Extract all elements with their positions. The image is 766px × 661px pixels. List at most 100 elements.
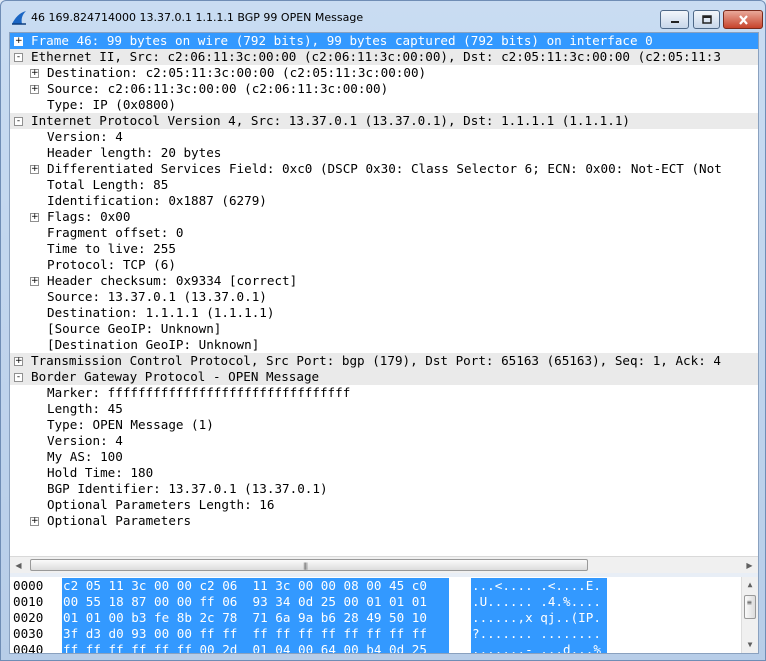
tree-field-row[interactable]: + Optional Parameters: [10, 513, 758, 529]
tree-row-text: [Source GeoIP: Unknown]: [47, 321, 222, 336]
scroll-grip-icon: ≡: [747, 598, 752, 607]
expand-plus-icon[interactable]: +: [14, 37, 23, 46]
scroll-right-arrow-icon[interactable]: ▶: [741, 557, 758, 573]
tree-field-row[interactable]: + Flags: 0x00: [10, 209, 758, 225]
hex-row[interactable]: 0030 3f d3 d0 93 00 00 ff ff ff ff ff ff …: [10, 626, 740, 642]
tree-section-row[interactable]: - Internet Protocol Version 4, Src: 13.37…: [10, 113, 758, 129]
hex-row[interactable]: 0040 ff ff ff ff ff ff 00 2d 01 04 00 64 …: [10, 642, 740, 653]
hex-bytes[interactable]: 01 01 00 b3 fe 8b 2c 78 71 6a 9a b6 28 4…: [62, 610, 449, 626]
collapse-minus-icon[interactable]: -: [14, 373, 23, 382]
tree-row-text: Header checksum: 0x9334 [correct]: [47, 273, 298, 288]
tree-field-row[interactable]: Protocol: TCP (6): [10, 257, 758, 273]
tree-row-text: Type: IP (0x0800): [47, 97, 176, 112]
hex-bytes[interactable]: ff ff ff ff ff ff 00 2d 01 04 00 64 00 b…: [62, 642, 449, 653]
tree-field-row[interactable]: Hold Time: 180: [10, 465, 758, 481]
maximize-icon: [701, 15, 712, 24]
tree-field-row[interactable]: Optional Parameters Length: 16: [10, 497, 758, 513]
tree-section-row[interactable]: - Ethernet II, Src: c2:06:11:3c:00:00 (c2…: [10, 49, 758, 65]
tree-field-row[interactable]: + Header checksum: 0x9334 [correct]: [10, 273, 758, 289]
tree-row-text: [Destination GeoIP: Unknown]: [47, 337, 260, 352]
collapse-minus-icon[interactable]: -: [14, 53, 23, 62]
tree-row-text: Type: OPEN Message (1): [47, 417, 214, 432]
tree-field-row[interactable]: Source: 13.37.0.1 (13.37.0.1): [10, 289, 758, 305]
tree-row-text: Border Gateway Protocol - OPEN Message: [31, 369, 320, 384]
tree-field-row[interactable]: + Differentiated Services Field: 0xc0 (DS…: [10, 161, 758, 177]
tree-field-row[interactable]: + Source: c2:06:11:3c:00:00 (c2:06:11:3c:…: [10, 81, 758, 97]
tree-row-text: Internet Protocol Version 4, Src: 13.37.…: [31, 113, 630, 128]
tree-row-text: Flags: 0x00: [47, 209, 131, 224]
horizontal-scrollbar[interactable]: ◀ ||| ▶: [10, 556, 758, 573]
tree-field-row[interactable]: Header length: 20 bytes: [10, 145, 758, 161]
expand-plus-icon[interactable]: +: [30, 69, 39, 78]
client-area: + Frame 46: 99 bytes on wire (792 bits), …: [9, 32, 759, 654]
tree-field-row[interactable]: Length: 45: [10, 401, 758, 417]
packet-details-tree[interactable]: + Frame 46: 99 bytes on wire (792 bits), …: [10, 33, 758, 554]
tree-row-text: Destination: c2:05:11:3c:00:00 (c2:05:11…: [47, 65, 427, 80]
vertical-scroll-thumb[interactable]: ≡: [744, 595, 756, 619]
tree-field-row[interactable]: Total Length: 85: [10, 177, 758, 193]
collapse-minus-icon[interactable]: -: [14, 117, 23, 126]
tree-row-text: Version: 4: [47, 129, 123, 144]
hex-ascii[interactable]: .......- ...d...%: [471, 642, 607, 653]
window-title: 46 169.824714000 13.37.0.1 1.1.1.1 BGP 9…: [31, 11, 364, 24]
hex-offset: 0010: [13, 594, 44, 609]
tree-field-row[interactable]: Type: IP (0x0800): [10, 97, 758, 113]
tree-field-row[interactable]: Version: 4: [10, 129, 758, 145]
tree-field-row[interactable]: BGP Identifier: 13.37.0.1 (13.37.0.1): [10, 481, 758, 497]
hex-row[interactable]: 0010 00 55 18 87 00 00 ff 06 93 34 0d 25 …: [10, 594, 740, 610]
hex-bytes[interactable]: 00 55 18 87 00 00 ff 06 93 34 0d 25 00 0…: [62, 594, 449, 610]
hex-ascii[interactable]: .U...... .4.%....: [471, 594, 607, 610]
tree-field-row[interactable]: Fragment offset: 0: [10, 225, 758, 241]
scroll-up-arrow-icon[interactable]: ▲: [742, 577, 758, 593]
title-bar[interactable]: 46 169.824714000 13.37.0.1 1.1.1.1 BGP 9…: [1, 1, 765, 33]
hex-bytes[interactable]: c2 05 11 3c 00 00 c2 06 11 3c 00 00 08 0…: [62, 578, 449, 594]
hex-bytes[interactable]: 3f d3 d0 93 00 00 ff ff ff ff ff ff ff f…: [62, 626, 449, 642]
expand-plus-icon[interactable]: +: [14, 357, 23, 366]
tree-field-row[interactable]: [Destination GeoIP: Unknown]: [10, 337, 758, 353]
packet-bytes-pane[interactable]: 0000 c2 05 11 3c 00 00 c2 06 11 3c 00 00 …: [10, 577, 758, 653]
tree-row-text: Differentiated Services Field: 0xc0 (DSC…: [47, 161, 722, 176]
hex-offset: 0020: [13, 610, 44, 625]
tree-field-row[interactable]: Identification: 0x1887 (6279): [10, 193, 758, 209]
hex-row[interactable]: 0000 c2 05 11 3c 00 00 c2 06 11 3c 00 00 …: [10, 578, 740, 594]
horizontal-scroll-thumb[interactable]: |||: [30, 559, 588, 571]
minimize-icon: [670, 20, 679, 23]
tree-section-row[interactable]: - Border Gateway Protocol - OPEN Message: [10, 369, 758, 385]
tree-field-row[interactable]: Marker: ffffffffffffffffffffffffffffffff: [10, 385, 758, 401]
hex-ascii[interactable]: ......,x qj..(IP.: [471, 610, 607, 626]
minimize-button[interactable]: [660, 10, 689, 29]
vertical-scrollbar[interactable]: ▲ ≡ ▼: [741, 577, 758, 653]
expand-plus-icon[interactable]: +: [30, 213, 39, 222]
hex-row[interactable]: 0020 01 01 00 b3 fe 8b 2c 78 71 6a 9a b6 …: [10, 610, 740, 626]
tree-field-row[interactable]: Version: 4: [10, 433, 758, 449]
tree-field-row[interactable]: My AS: 100: [10, 449, 758, 465]
tree-section-row[interactable]: + Transmission Control Protocol, Src Port…: [10, 353, 758, 369]
tree-row-text: Marker: ffffffffffffffffffffffffffffffff: [47, 385, 351, 400]
tree-row-text: Length: 45: [47, 401, 123, 416]
tree-row-text: Source: 13.37.0.1 (13.37.0.1): [47, 289, 267, 304]
expand-plus-icon[interactable]: +: [30, 277, 39, 286]
hex-offset: 0030: [13, 626, 44, 641]
tree-row-text: Destination: 1.1.1.1 (1.1.1.1): [47, 305, 275, 320]
tree-field-row[interactable]: Destination: 1.1.1.1 (1.1.1.1): [10, 305, 758, 321]
expand-plus-icon[interactable]: +: [30, 85, 39, 94]
tree-row-text: Protocol: TCP (6): [47, 257, 176, 272]
tree-field-row[interactable]: Type: OPEN Message (1): [10, 417, 758, 433]
tree-section-row[interactable]: + Frame 46: 99 bytes on wire (792 bits), …: [10, 33, 758, 49]
tree-row-text: Optional Parameters Length: 16: [47, 497, 275, 512]
hex-offset: 0000: [13, 578, 44, 593]
tree-field-row[interactable]: + Destination: c2:05:11:3c:00:00 (c2:05:1…: [10, 65, 758, 81]
hex-ascii[interactable]: ?....... ........: [471, 626, 607, 642]
scroll-left-arrow-icon[interactable]: ◀: [10, 557, 27, 573]
tree-row-text: BGP Identifier: 13.37.0.1 (13.37.0.1): [47, 481, 328, 496]
scroll-down-arrow-icon[interactable]: ▼: [742, 637, 758, 653]
tree-field-row[interactable]: Time to live: 255: [10, 241, 758, 257]
maximize-button[interactable]: [693, 10, 720, 29]
hex-ascii[interactable]: ...<.... .<....E.: [471, 578, 607, 594]
expand-plus-icon[interactable]: +: [30, 517, 39, 526]
expand-plus-icon[interactable]: +: [30, 165, 39, 174]
scroll-grip-icon: |||: [303, 562, 308, 570]
close-button[interactable]: [723, 10, 763, 29]
tree-field-row[interactable]: [Source GeoIP: Unknown]: [10, 321, 758, 337]
tree-row-text: Source: c2:06:11:3c:00:00 (c2:06:11:3c:0…: [47, 81, 389, 96]
